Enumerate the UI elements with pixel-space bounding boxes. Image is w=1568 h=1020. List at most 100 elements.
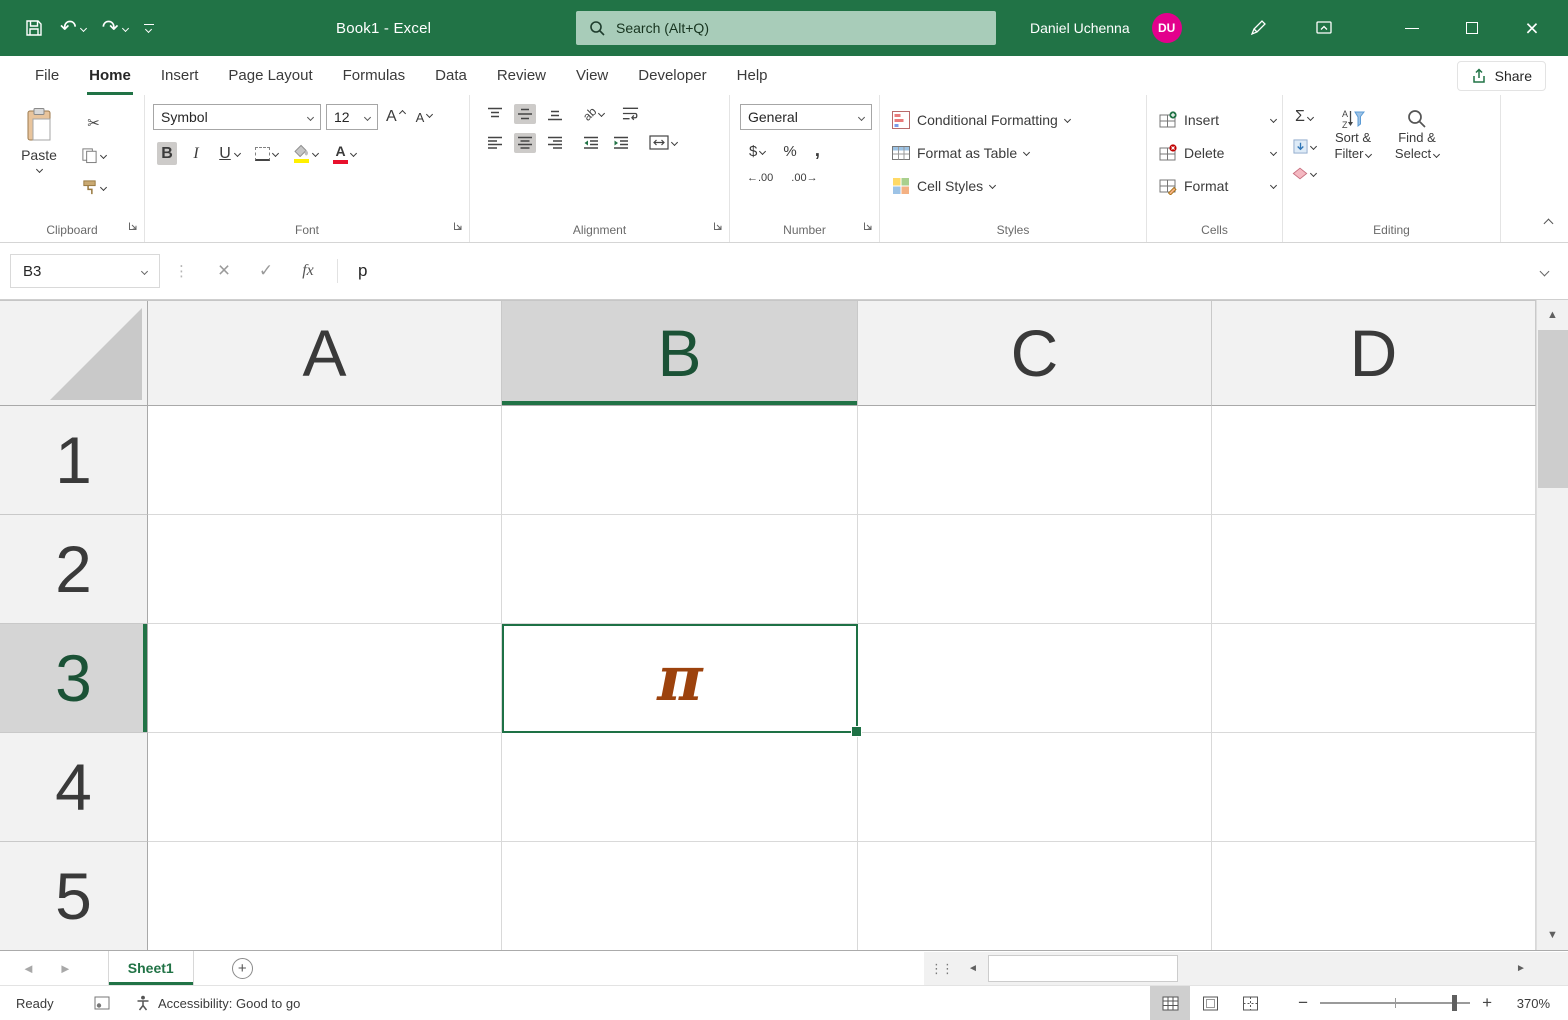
alignment-dialog-launcher[interactable] — [713, 218, 723, 236]
find-select-button[interactable]: Find & Select — [1387, 103, 1447, 183]
increase-decimal-button[interactable]: ←.00 — [744, 169, 776, 187]
macro-record-button[interactable] — [94, 996, 110, 1010]
vertical-scroll-thumb[interactable] — [1538, 330, 1568, 488]
close-button[interactable]: × — [1502, 0, 1562, 56]
paste-button[interactable]: Paste — [10, 103, 68, 199]
cut-button[interactable]: ✂ — [78, 111, 109, 135]
cell-b2[interactable] — [502, 515, 858, 624]
save-button[interactable] — [24, 18, 44, 38]
undo-button[interactable]: ↶ — [60, 18, 86, 38]
cell-a5[interactable] — [148, 842, 502, 951]
name-box[interactable]: B3 — [10, 254, 160, 288]
active-cell-b3[interactable]: π — [502, 624, 858, 733]
fill-color-button[interactable] — [290, 141, 321, 166]
cell-a2[interactable] — [148, 515, 502, 624]
hscroll-right-button[interactable]: ► — [1508, 952, 1534, 985]
view-normal-button[interactable] — [1150, 986, 1190, 1020]
search-box[interactable]: Search (Alt+Q) — [576, 11, 996, 45]
cell-b5[interactable] — [502, 842, 858, 951]
row-header-3[interactable]: 3 — [0, 624, 148, 733]
sort-filter-button[interactable]: AZ Sort & Filter — [1323, 103, 1383, 183]
view-page-layout-button[interactable] — [1190, 986, 1230, 1020]
tab-view[interactable]: View — [561, 56, 623, 95]
zoom-slider-thumb[interactable] — [1452, 995, 1457, 1011]
autosum-button[interactable]: Σ — [1289, 105, 1319, 129]
number-format-combo[interactable]: General — [740, 104, 872, 130]
format-as-table-button[interactable]: Format as Table — [886, 136, 1140, 169]
scroll-down-button[interactable]: ▼ — [1537, 920, 1568, 950]
column-header-c[interactable]: C — [858, 301, 1212, 406]
cell-d4[interactable] — [1212, 733, 1536, 842]
cell-d5[interactable] — [1212, 842, 1536, 951]
font-size-combo[interactable]: 12 — [326, 104, 378, 130]
minimize-button[interactable] — [1382, 0, 1442, 56]
orientation-button[interactable]: ab — [580, 104, 607, 124]
fill-button[interactable] — [1289, 136, 1319, 157]
row-header-4[interactable]: 4 — [0, 733, 148, 842]
align-right-button[interactable] — [544, 133, 566, 153]
format-cells-button[interactable]: Format — [1153, 169, 1276, 202]
tab-developer[interactable]: Developer — [623, 56, 721, 95]
row-header-2[interactable]: 2 — [0, 515, 148, 624]
copy-button[interactable] — [78, 144, 109, 167]
cell-c5[interactable] — [858, 842, 1212, 951]
sheet-tab-sheet1[interactable]: Sheet1 — [108, 951, 194, 985]
top-align-button[interactable] — [484, 104, 506, 124]
tab-help[interactable]: Help — [722, 56, 783, 95]
cancel-button[interactable]: × — [203, 259, 245, 283]
grow-font-button[interactable]: A — [383, 105, 408, 129]
font-dialog-launcher[interactable] — [453, 218, 463, 236]
cell-d1[interactable] — [1212, 406, 1536, 515]
cell-d3[interactable] — [1212, 624, 1536, 733]
format-painter-dropdown-icon[interactable] — [100, 184, 107, 191]
cell-c1[interactable] — [858, 406, 1212, 515]
row-header-5[interactable]: 5 — [0, 842, 148, 951]
font-color-button[interactable]: A — [330, 141, 359, 167]
cell-styles-button[interactable]: Cell Styles — [886, 169, 1140, 202]
tab-file[interactable]: File — [20, 56, 74, 95]
avatar[interactable]: DU — [1152, 13, 1182, 43]
zoom-in-button[interactable]: + — [1482, 993, 1492, 1013]
cell-c2[interactable] — [858, 515, 1212, 624]
redo-button[interactable]: ↷ — [102, 18, 128, 38]
delete-cells-button[interactable]: Delete — [1153, 136, 1276, 169]
decrease-indent-button[interactable] — [580, 133, 602, 153]
conditional-formatting-button[interactable]: Conditional Formatting — [886, 103, 1140, 136]
redo-dropdown-icon[interactable] — [121, 24, 128, 31]
borders-button[interactable] — [252, 144, 281, 164]
enter-button[interactable]: ✓ — [245, 261, 287, 281]
pen-button[interactable] — [1238, 0, 1278, 56]
cell-a4[interactable] — [148, 733, 502, 842]
decrease-decimal-button[interactable]: .00→ — [788, 169, 820, 187]
customize-qat-button[interactable] — [144, 24, 154, 32]
hscroll-thumb[interactable] — [988, 955, 1178, 982]
tab-home[interactable]: Home — [74, 56, 146, 95]
row-header-1[interactable]: 1 — [0, 406, 148, 515]
ribbon-display-options-button[interactable] — [1304, 0, 1344, 56]
cell-c3[interactable] — [858, 624, 1212, 733]
zoom-slider[interactable] — [1320, 1002, 1470, 1004]
italic-button[interactable]: I — [186, 142, 206, 165]
new-sheet-button[interactable]: + — [232, 958, 253, 979]
select-all-corner[interactable] — [0, 301, 148, 406]
paste-dropdown-icon[interactable] — [35, 166, 42, 173]
cell-d2[interactable] — [1212, 515, 1536, 624]
cell-a1[interactable] — [148, 406, 502, 515]
number-dialog-launcher[interactable] — [863, 218, 873, 236]
tab-insert[interactable]: Insert — [146, 56, 214, 95]
copy-dropdown-icon[interactable] — [100, 152, 107, 159]
clear-button[interactable] — [1289, 164, 1319, 183]
formula-input[interactable]: p — [346, 261, 1541, 281]
font-name-combo[interactable]: Symbol — [153, 104, 321, 130]
accessibility-status[interactable]: Accessibility: Good to go — [136, 995, 300, 1011]
tab-data[interactable]: Data — [420, 56, 482, 95]
share-button[interactable]: Share — [1457, 61, 1546, 91]
increase-indent-button[interactable] — [610, 133, 632, 153]
hscroll-left-button[interactable]: ◄ — [960, 952, 986, 985]
sheet-nav-right-button[interactable]: ► — [59, 961, 72, 976]
merge-center-button[interactable] — [646, 132, 680, 153]
bold-button[interactable]: B — [157, 142, 177, 165]
column-header-b[interactable]: B — [502, 301, 858, 406]
undo-dropdown-icon[interactable] — [80, 24, 87, 31]
cell-a3[interactable] — [148, 624, 502, 733]
